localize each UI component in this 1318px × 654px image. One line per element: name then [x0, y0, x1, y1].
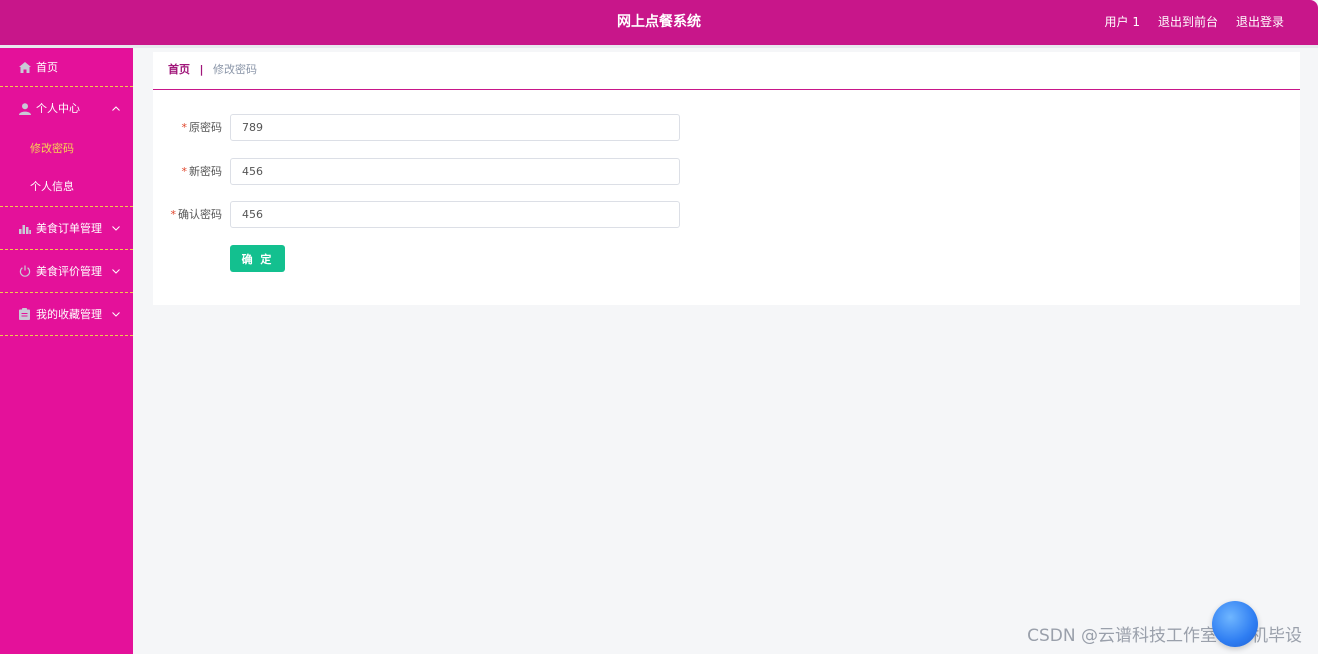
- new-password-label: * 新密码: [181, 165, 223, 178]
- power-icon: [18, 250, 31, 292]
- sidebar-item-label: 我的收藏管理: [36, 308, 102, 321]
- chevron-down-icon: [112, 207, 120, 249]
- sidebar-subitem-personal-info[interactable]: 个人信息: [0, 168, 133, 206]
- clipboard-icon: [18, 293, 31, 335]
- breadcrumb-current: 修改密码: [213, 63, 258, 76]
- confirm-password-input[interactable]: [230, 201, 680, 228]
- breadcrumb-home[interactable]: 首页: [168, 63, 190, 76]
- header-divider: [0, 45, 1318, 48]
- confirm-password-label: * 确认密码: [170, 208, 223, 221]
- chevron-down-icon: [112, 293, 120, 335]
- back-to-front-link[interactable]: 退出到前台: [1158, 0, 1218, 45]
- floating-assistant-ball[interactable]: [1212, 601, 1258, 647]
- sidebar-item-food-reviews[interactable]: 美食评价管理: [0, 250, 133, 293]
- old-password-row: * 原密码: [153, 114, 753, 141]
- current-user[interactable]: 用户 1: [1105, 0, 1140, 45]
- sidebar-item-label: 首页: [36, 61, 58, 74]
- top-header-bar: 网上点餐系统 用户 1 退出到前台 退出登录: [0, 0, 1318, 45]
- breadcrumb-separator: |: [199, 63, 204, 76]
- old-password-input[interactable]: [230, 114, 680, 141]
- user-icon: [18, 87, 31, 130]
- sidebar-item-my-favorites[interactable]: 我的收藏管理: [0, 293, 133, 336]
- watermark-text: CSDN @云谱科技工作室计算机毕设: [1027, 626, 1302, 646]
- personal-center-submenu: 修改密码 个人信息: [0, 130, 133, 207]
- breadcrumb: 首页 | 修改密码: [153, 52, 1300, 90]
- logout-link[interactable]: 退出登录: [1236, 0, 1284, 45]
- sidebar: 首页 个人中心 修改密码 个人信息 美食订单管理 美食评价管理 我的收藏管理: [0, 48, 133, 654]
- home-icon: [18, 48, 31, 86]
- header-actions: 用户 1 退出到前台 退出登录: [1105, 0, 1284, 45]
- sidebar-item-food-orders[interactable]: 美食订单管理: [0, 207, 133, 250]
- chevron-up-icon: [112, 87, 120, 130]
- sidebar-item-home[interactable]: 首页: [0, 48, 133, 87]
- sidebar-item-label: 个人中心: [36, 102, 80, 115]
- sidebar-item-label: 美食评价管理: [36, 265, 102, 278]
- new-password-row: * 新密码: [153, 158, 753, 185]
- main-content-card: 首页 | 修改密码 *原密码 *新密码 *确认密码 确 定: [153, 52, 1300, 305]
- sidebar-item-personal-center[interactable]: 个人中心: [0, 87, 133, 130]
- sidebar-subitem-change-password[interactable]: 修改密码: [0, 130, 133, 168]
- sidebar-item-label: 美食订单管理: [36, 222, 102, 235]
- chevron-down-icon: [112, 250, 120, 292]
- confirm-password-row: * 确认密码: [153, 201, 753, 228]
- old-password-label: * 原密码: [181, 121, 223, 134]
- bar-chart-icon: [18, 207, 31, 249]
- new-password-input[interactable]: [230, 158, 680, 185]
- submit-button[interactable]: 确 定: [230, 245, 285, 272]
